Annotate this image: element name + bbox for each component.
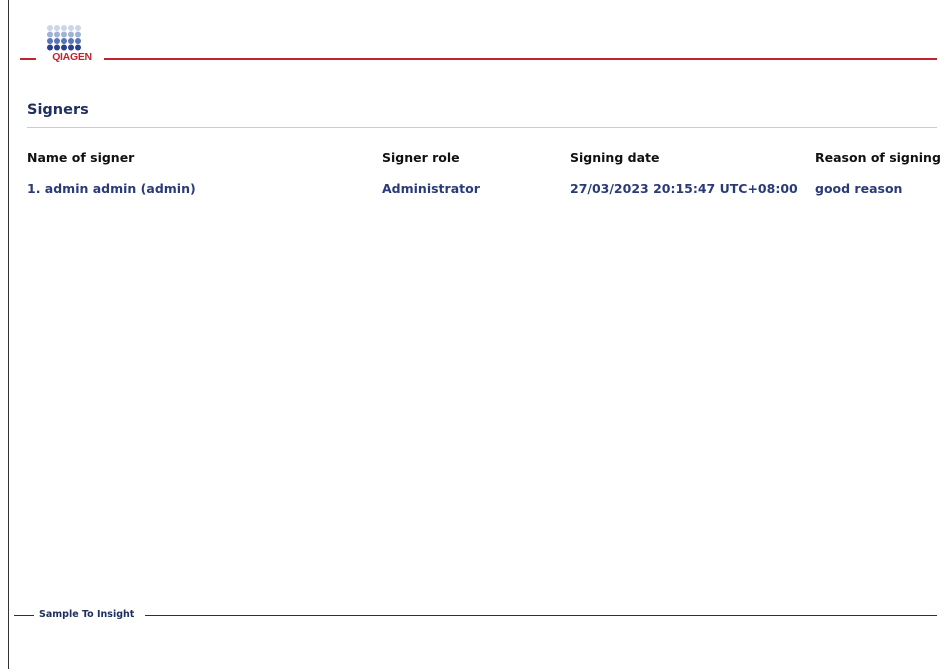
- column-header-name: Name of signer: [27, 150, 135, 165]
- qiagen-logo-dots-icon: [47, 25, 81, 51]
- footer-rule-left: [14, 615, 34, 616]
- section-title: Signers: [27, 102, 89, 118]
- signer-name-cell: 1. admin admin (admin): [27, 181, 196, 196]
- section-divider: [27, 127, 937, 128]
- signer-role-cell: Administrator: [382, 181, 480, 196]
- logo-wordmark: QIAGEN: [52, 51, 92, 63]
- qiagen-logo: QIAGEN: [44, 24, 100, 64]
- column-header-role: Signer role: [382, 150, 460, 165]
- header-rule-left: [20, 58, 36, 60]
- signing-date-cell: 27/03/2023 20:15:47 UTC+08:00: [570, 181, 798, 196]
- footer-tagline: Sample To Insight: [39, 609, 135, 620]
- signing-reason-cell: good reason: [815, 181, 903, 196]
- column-header-reason: Reason of signing: [815, 150, 941, 165]
- column-header-date: Signing date: [570, 150, 660, 165]
- page-left-border: [8, 0, 9, 669]
- footer-rule-right: [145, 615, 937, 616]
- header-rule-right: [104, 58, 937, 60]
